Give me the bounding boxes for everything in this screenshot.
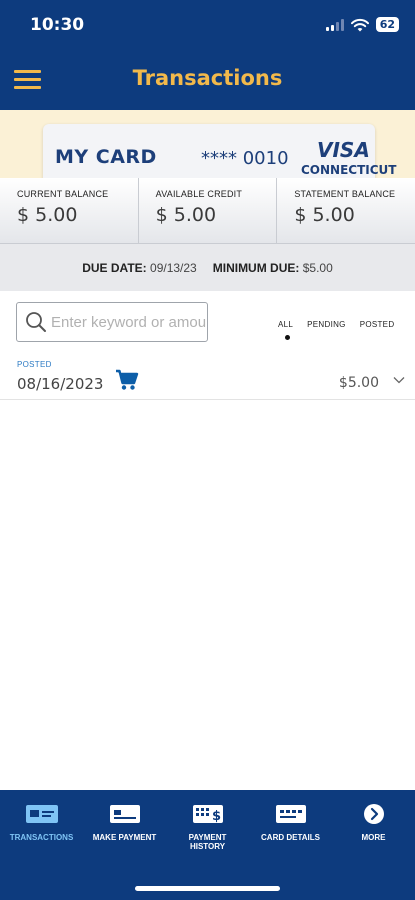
balance-summary: CURRENT BALANCE $ 5.00 AVAILABLE CREDIT … bbox=[0, 178, 415, 244]
search-icon bbox=[26, 312, 46, 332]
minimum-due-label: MINIMUM DUE: bbox=[212, 260, 300, 275]
card-name: MY CARD bbox=[55, 146, 157, 168]
transaction-amount: $5.00 bbox=[338, 375, 379, 391]
statement-balance: STATEMENT BALANCE $ 5.00 bbox=[277, 178, 415, 243]
nav-label: TRANSACTIONS bbox=[9, 833, 74, 842]
transaction-row[interactable]: POSTED 08/16/2023 $5.00 bbox=[0, 352, 415, 400]
due-date-label: DUE DATE: bbox=[82, 260, 147, 275]
balance-label: STATEMENT BALANCE bbox=[294, 189, 396, 199]
nav-make-payment[interactable]: MAKE PAYMENT bbox=[83, 803, 166, 851]
card-transactions-icon bbox=[25, 803, 59, 825]
nav-transactions[interactable]: TRANSACTIONS bbox=[0, 803, 83, 851]
filter-pending[interactable]: PENDING bbox=[307, 320, 346, 329]
battery-indicator: 62 bbox=[375, 17, 399, 32]
search-box[interactable] bbox=[16, 302, 208, 342]
bottom-nav: TRANSACTIONS MAKE PAYMENT $ PAYMENT HIST… bbox=[0, 790, 415, 900]
minimum-due-value: $5.00 bbox=[302, 260, 333, 275]
transaction-date: 08/16/2023 bbox=[17, 375, 104, 393]
nav-payment-history[interactable]: $ PAYMENT HISTORY bbox=[166, 803, 249, 851]
filter-all-label: ALL bbox=[278, 320, 294, 329]
payment-history-icon: $ bbox=[191, 803, 225, 825]
available-credit: AVAILABLE CREDIT $ 5.00 bbox=[139, 178, 278, 243]
current-balance: CURRENT BALANCE $ 5.00 bbox=[0, 178, 139, 243]
status-time: 10:30 bbox=[30, 15, 85, 35]
chevron-right-circle-icon bbox=[357, 803, 391, 825]
top-bar: 10:30 62 Transactions bbox=[0, 0, 415, 110]
visa-logo: VISA bbox=[317, 138, 370, 162]
nav-label: MORE bbox=[361, 833, 386, 842]
nav-label: CARD DETAILS bbox=[261, 833, 320, 842]
card-number: **** 0010 bbox=[201, 148, 289, 169]
nav-more[interactable]: MORE bbox=[332, 803, 415, 851]
balance-label: CURRENT BALANCE bbox=[17, 189, 109, 199]
balance-value: $ 5.00 bbox=[155, 204, 217, 226]
credit-card-image: MY CARD **** 0010 VISA CONNECTICUT bbox=[43, 124, 396, 178]
selected-indicator bbox=[285, 335, 290, 340]
filter-posted-label: POSTED bbox=[359, 320, 395, 329]
balance-label: AVAILABLE CREDIT bbox=[155, 189, 243, 199]
filter-pending-label: PENDING bbox=[307, 320, 346, 329]
wifi-icon bbox=[350, 18, 369, 31]
minimum-due: MINIMUM DUE: $5.00 bbox=[213, 261, 333, 275]
balance-value: $ 5.00 bbox=[17, 204, 78, 226]
chevron-down-icon[interactable] bbox=[393, 376, 405, 384]
transaction-status: POSTED bbox=[17, 360, 52, 369]
card-issuer: CONNECTICUT bbox=[301, 163, 397, 177]
card-payment-icon bbox=[108, 803, 142, 825]
status-icons: 62 bbox=[325, 17, 399, 32]
svg-text:$: $ bbox=[212, 809, 221, 824]
due-date: DUE DATE: 09/13/23 bbox=[82, 261, 197, 275]
nav-label: PAYMENT HISTORY bbox=[188, 833, 227, 851]
filter-all[interactable]: ALL bbox=[278, 320, 294, 340]
filter-posted[interactable]: POSTED bbox=[360, 320, 395, 329]
card-banner: MY CARD **** 0010 VISA CONNECTICUT bbox=[0, 110, 415, 178]
due-date-value: 09/13/23 bbox=[150, 260, 197, 275]
transaction-filters: ALL PENDING POSTED bbox=[278, 320, 395, 340]
card-details-icon bbox=[274, 803, 308, 825]
page-title: Transactions bbox=[132, 66, 283, 90]
status-bar: 10:30 62 bbox=[0, 0, 415, 50]
nav-label: MAKE PAYMENT bbox=[92, 833, 157, 842]
nav-card-details[interactable]: CARD DETAILS bbox=[249, 803, 332, 851]
balance-value: $ 5.00 bbox=[294, 204, 355, 226]
home-indicator[interactable] bbox=[135, 886, 280, 891]
search-input[interactable] bbox=[51, 313, 207, 331]
due-info: DUE DATE: 09/13/23 MINIMUM DUE: $5.00 bbox=[0, 244, 415, 291]
shopping-cart-icon bbox=[116, 369, 139, 390]
signal-icon bbox=[325, 18, 344, 31]
